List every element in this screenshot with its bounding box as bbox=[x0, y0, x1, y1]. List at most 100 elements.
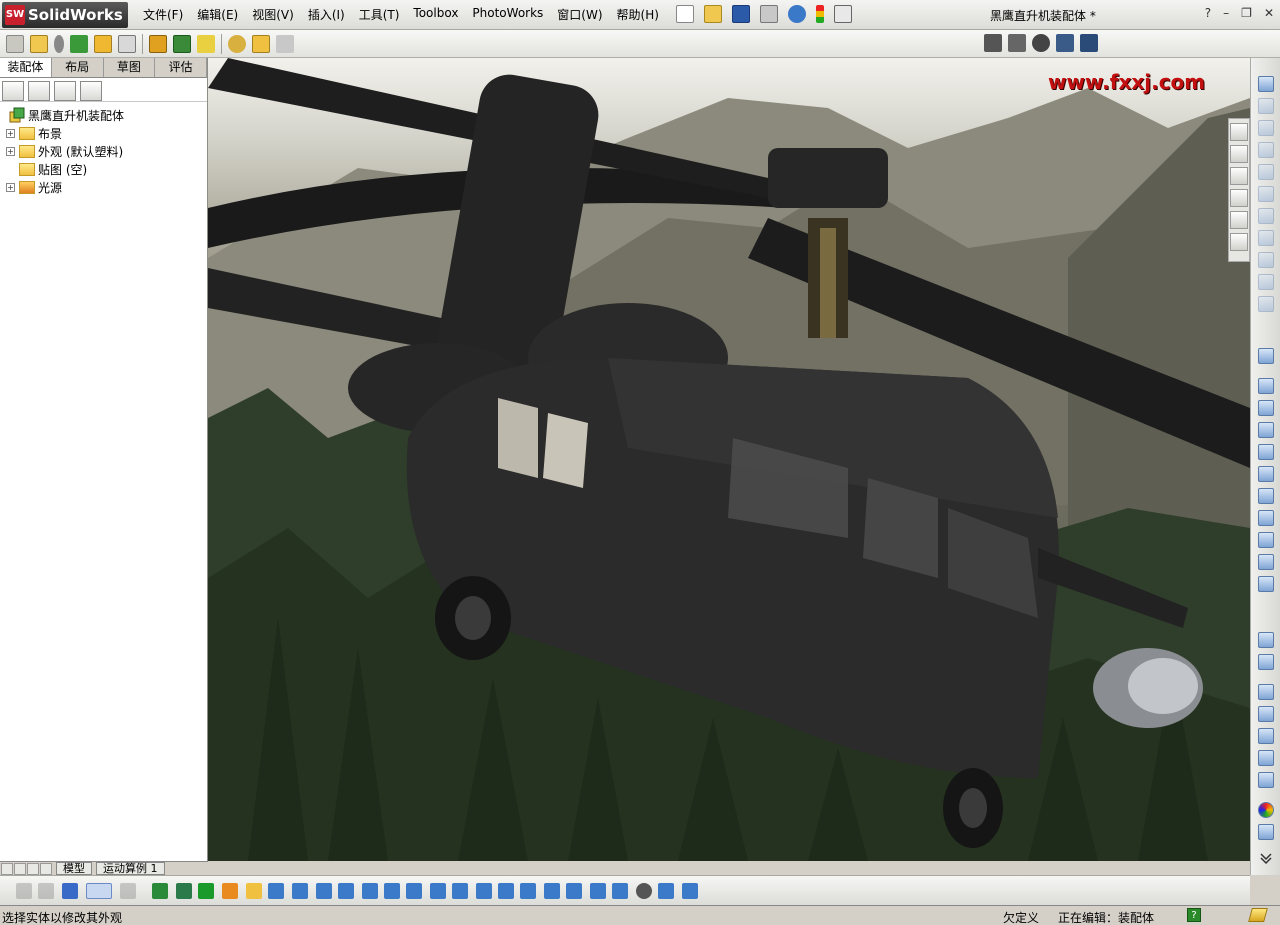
property-manager-icon[interactable] bbox=[28, 81, 50, 101]
isometric-view-icon[interactable] bbox=[1258, 510, 1274, 526]
bottom-view-icon[interactable] bbox=[1258, 488, 1274, 504]
top-view-icon[interactable] bbox=[1258, 466, 1274, 482]
display-manager-icon[interactable] bbox=[80, 81, 102, 101]
tree-item-scene[interactable]: + 布景 bbox=[0, 124, 207, 142]
filter-midpoints-icon[interactable] bbox=[362, 883, 378, 899]
last-tab-icon[interactable] bbox=[40, 862, 52, 875]
photoworks-render-icon[interactable] bbox=[1032, 34, 1050, 52]
view-palette-icon[interactable] bbox=[1230, 189, 1248, 207]
filter-center-marks-icon[interactable] bbox=[384, 883, 400, 899]
filter-connection-points-icon[interactable] bbox=[658, 883, 674, 899]
move-component-icon[interactable] bbox=[118, 35, 136, 53]
assembly-features-icon[interactable] bbox=[173, 35, 191, 53]
menu-edit[interactable]: 编辑(E) bbox=[197, 6, 238, 23]
tree-root[interactable]: 黑鹰直升机装配体 bbox=[0, 106, 207, 124]
menu-window[interactable]: 窗口(W) bbox=[557, 6, 602, 23]
horizontal-dimension-icon[interactable] bbox=[1258, 98, 1274, 114]
filter-centerline-icon[interactable] bbox=[406, 883, 422, 899]
front-view-icon[interactable] bbox=[1258, 378, 1274, 394]
ordinate-dimension-icon[interactable] bbox=[1258, 164, 1274, 180]
menu-photoworks[interactable]: PhotoWorks bbox=[472, 6, 543, 23]
filter-datum-icon[interactable] bbox=[520, 883, 536, 899]
tab-assembly[interactable]: 装配体 bbox=[0, 58, 52, 77]
filter-cosmetic-threads-icon[interactable] bbox=[590, 883, 606, 899]
close-button[interactable]: ✕ bbox=[1264, 6, 1274, 20]
app-logo[interactable]: SW SolidWorks bbox=[2, 2, 128, 28]
tree-item-decals[interactable]: 贴图 (空) bbox=[0, 160, 207, 178]
color-wheel-icon[interactable] bbox=[1258, 802, 1274, 818]
left-view-icon[interactable] bbox=[1258, 422, 1274, 438]
bill-of-materials-icon[interactable] bbox=[252, 35, 270, 53]
preview-window-icon[interactable] bbox=[1258, 772, 1274, 788]
insert-component-icon[interactable] bbox=[6, 35, 24, 53]
filter-solids-icon[interactable] bbox=[246, 883, 262, 899]
filter-sketch-points-icon[interactable] bbox=[316, 883, 332, 899]
baseline-dimension-icon[interactable] bbox=[1258, 142, 1274, 158]
prev-tab-icon[interactable] bbox=[14, 862, 26, 875]
next-tab-icon[interactable] bbox=[27, 862, 39, 875]
tree-item-lights[interactable]: + 光源 bbox=[0, 178, 207, 196]
linear-pattern-icon[interactable] bbox=[70, 35, 88, 53]
tab-motion-study[interactable]: 运动算例 1 bbox=[96, 862, 165, 875]
fully-define-icon[interactable] bbox=[1258, 252, 1274, 268]
filter-surface-finish-icon[interactable] bbox=[452, 883, 468, 899]
reference-geometry-icon[interactable] bbox=[197, 35, 215, 53]
print-icon[interactable] bbox=[760, 5, 778, 23]
mate-icon[interactable] bbox=[54, 35, 64, 53]
appearances-icon[interactable] bbox=[1230, 211, 1248, 229]
clear-filters-icon[interactable] bbox=[62, 883, 78, 899]
right-view-icon[interactable] bbox=[1258, 444, 1274, 460]
section-view-icon[interactable] bbox=[984, 34, 1002, 52]
display-relations-icon[interactable] bbox=[1258, 230, 1274, 246]
expand-icon[interactable]: + bbox=[6, 128, 15, 138]
configuration-manager-icon[interactable] bbox=[54, 81, 76, 101]
rebuild-note-icon[interactable] bbox=[1248, 908, 1268, 922]
quick-tips-icon[interactable]: ? bbox=[1187, 908, 1201, 922]
back-view-icon[interactable] bbox=[1258, 400, 1274, 416]
edit-appearance-icon[interactable] bbox=[1258, 632, 1274, 648]
add-relation-icon[interactable] bbox=[1258, 208, 1274, 224]
undo-icon[interactable] bbox=[788, 5, 806, 23]
chamfer-dimension-icon[interactable] bbox=[1258, 186, 1274, 202]
help-button[interactable]: ? bbox=[1205, 6, 1211, 20]
dimetric-view-icon[interactable] bbox=[1258, 554, 1274, 570]
filter-datum-targets-icon[interactable] bbox=[566, 883, 582, 899]
open-folder-icon[interactable] bbox=[704, 5, 722, 23]
filter-vertices-icon[interactable] bbox=[152, 883, 168, 899]
tab-sketch[interactable]: 草图 bbox=[104, 58, 156, 77]
filter-edges-icon[interactable] bbox=[176, 883, 192, 899]
robot-icon[interactable] bbox=[1008, 34, 1026, 52]
expand-icon[interactable]: + bbox=[6, 146, 15, 156]
normal-to-icon[interactable] bbox=[1258, 348, 1274, 364]
graphics-viewport[interactable]: www.fxxj.com bbox=[208, 58, 1250, 861]
decals-icon[interactable] bbox=[1258, 824, 1274, 840]
menu-help[interactable]: 帮助(H) bbox=[617, 6, 659, 23]
minimize-button[interactable]: – bbox=[1223, 6, 1229, 20]
tab-model[interactable]: 模型 bbox=[56, 862, 92, 875]
save-icon[interactable] bbox=[732, 5, 750, 23]
custom-properties-icon[interactable] bbox=[1230, 233, 1248, 251]
feature-manager-tree-icon[interactable] bbox=[2, 81, 24, 101]
filter-gtol-icon[interactable] bbox=[476, 883, 492, 899]
smart-dimension-icon[interactable] bbox=[1258, 76, 1274, 92]
new-motion-study-icon[interactable] bbox=[228, 35, 246, 53]
design-library-icon[interactable] bbox=[1230, 145, 1248, 163]
trimetric-view-icon[interactable] bbox=[1258, 532, 1274, 548]
smart-fasteners-icon[interactable] bbox=[94, 35, 112, 53]
vertical-dimension-icon[interactable] bbox=[1258, 120, 1274, 136]
tree-item-appearance[interactable]: + 外观 (默认塑料) bbox=[0, 142, 207, 160]
render-last-icon[interactable] bbox=[1258, 728, 1274, 744]
hide-show-icon[interactable] bbox=[149, 35, 167, 53]
exploded-view-icon[interactable] bbox=[276, 35, 294, 53]
render-to-file-icon[interactable] bbox=[1258, 750, 1274, 766]
expand-toolbar-chevron-icon[interactable] bbox=[1258, 850, 1274, 866]
filter-axes-icon[interactable] bbox=[268, 883, 284, 899]
menu-file[interactable]: 文件(F) bbox=[143, 6, 183, 23]
link-views-icon[interactable] bbox=[1258, 576, 1274, 592]
new-document-icon[interactable] bbox=[676, 5, 694, 23]
traffic-light-icon[interactable] bbox=[816, 5, 824, 23]
filter-weld-icon[interactable] bbox=[544, 883, 560, 899]
expand-icon[interactable]: + bbox=[6, 182, 15, 192]
filter-icon[interactable] bbox=[16, 883, 32, 899]
menu-view[interactable]: 视图(V) bbox=[252, 6, 294, 23]
